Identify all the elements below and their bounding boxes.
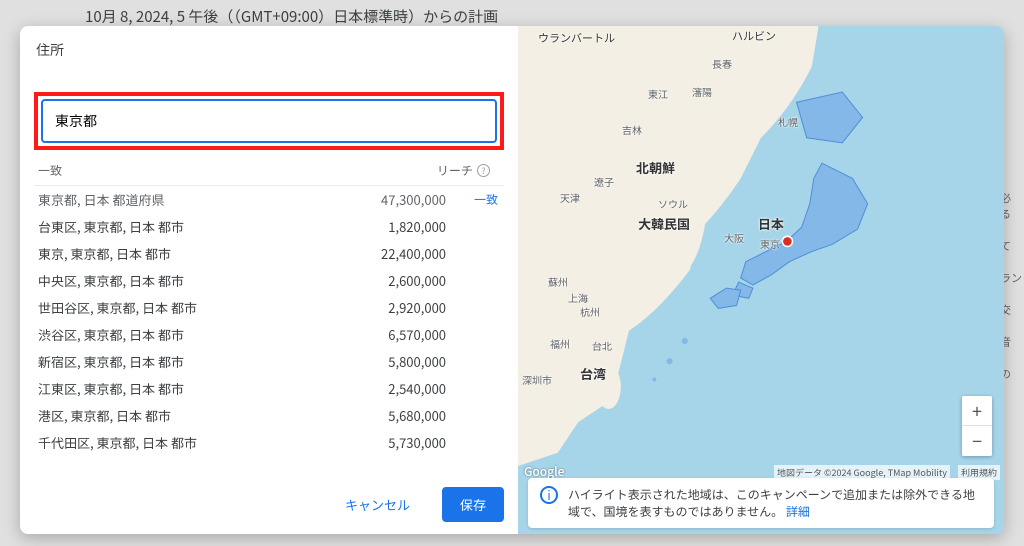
info-details-link[interactable]: 詳細 (786, 503, 810, 520)
result-row[interactable]: 新宿区, 東京都, 日本 都市5,800,000 (34, 348, 504, 375)
map-place-label: 深圳市 (522, 372, 552, 387)
result-row[interactable]: 世田谷区, 東京都, 日本 都市2,920,000 (34, 294, 504, 321)
map-place-label: 蘇州 (548, 274, 568, 289)
help-icon[interactable]: ? (477, 164, 490, 177)
map-place-label: 札幌 (778, 114, 798, 129)
modal-footer: キャンセル 保存 (34, 475, 504, 522)
map-place-label: ウランバートル (538, 30, 615, 46)
search-highlight-frame (34, 92, 504, 150)
map-place-label: 吉林 (622, 122, 642, 137)
header-match-label: 一致 (38, 162, 437, 179)
map-place-label: 瀋陽 (692, 84, 712, 99)
map-place-label: 天津 (560, 190, 580, 205)
location-search-box[interactable] (41, 99, 497, 143)
info-text: ハイライト表示された地域は、このキャンペーンで追加または除外できる地域で、国境を… (568, 486, 982, 520)
result-row[interactable]: 江東区, 東京都, 日本 都市2,540,000 (34, 375, 504, 402)
result-reach: 1,820,000 (350, 217, 446, 236)
result-row[interactable]: 東京都, 日本 都道府県47,300,000一致 (34, 186, 504, 213)
map-place-label: 東京 (760, 236, 780, 251)
result-row[interactable]: 千代田区, 東京都, 日本 都市5,730,000 (34, 429, 504, 456)
map-place-label: 北朝鮮 (636, 158, 675, 177)
result-reach: 22,400,000 (350, 244, 446, 263)
result-name: 千代田区, 東京都, 日本 都市 (38, 433, 350, 452)
location-modal: 住所 一致 リーチ ? 東京都, 日本 都道府県47,300,000一致台東区,… (20, 26, 1004, 534)
result-reach: 2,920,000 (350, 298, 446, 317)
result-name: 新宿区, 東京都, 日本 都市 (38, 352, 350, 371)
result-reach: 6,570,000 (350, 325, 446, 344)
result-name: 台東区, 東京都, 日本 都市 (38, 217, 350, 236)
result-name: 港区, 東京都, 日本 都市 (38, 406, 350, 425)
zoom-in-button[interactable]: + (962, 396, 992, 426)
map-svg (518, 26, 1004, 534)
result-row[interactable]: 台東区, 東京都, 日本 都市1,820,000 (34, 213, 504, 240)
result-reach: 47,300,000 (350, 190, 446, 209)
result-row[interactable]: 東京, 東京都, 日本 都市22,400,000 (34, 240, 504, 267)
map-place-label: 大阪 (724, 230, 744, 245)
result-row[interactable]: 中央区, 東京都, 日本 都市2,600,000 (34, 267, 504, 294)
cancel-button[interactable]: キャンセル (327, 487, 428, 522)
result-name: 東京都, 日本 都道府県 (38, 190, 350, 209)
result-row[interactable]: 港区, 東京都, 日本 都市5,680,000 (34, 402, 504, 429)
map-place-label: ソウル (658, 196, 688, 211)
map-place-label: 大韓民国 (638, 214, 690, 233)
result-reach: 5,730,000 (350, 433, 446, 452)
location-search-input[interactable] (55, 111, 483, 131)
result-reach: 5,680,000 (350, 406, 446, 425)
map-place-label: 台湾 (580, 364, 606, 383)
map-place-label: 遼子 (594, 174, 614, 189)
modal-left-panel: 住所 一致 リーチ ? 東京都, 日本 都道府県47,300,000一致台東区,… (20, 26, 518, 534)
result-row[interactable]: 渋谷区, 東京都, 日本 都市6,570,000 (34, 321, 504, 348)
results-header: 一致 リーチ ? (34, 156, 504, 186)
modal-title: 住所 (34, 40, 504, 60)
result-name: 江東区, 東京都, 日本 都市 (38, 379, 350, 398)
save-button[interactable]: 保存 (442, 487, 504, 522)
map-place-label: 日本 (758, 214, 784, 233)
map-place-label: 台北 (592, 338, 612, 353)
result-reach: 2,600,000 (350, 271, 446, 290)
map-place-label: ハルビン (732, 28, 776, 44)
results-list: 東京都, 日本 都道府県47,300,000一致台東区, 東京都, 日本 都市1… (34, 186, 504, 475)
map-place-label: 東江 (648, 86, 668, 101)
map-info-banner: i ハイライト表示された地域は、このキャンペーンで追加または除外できる地域で、国… (528, 478, 994, 528)
result-reach: 2,540,000 (350, 379, 446, 398)
result-name: 東京, 東京都, 日本 都市 (38, 244, 350, 263)
map-place-label: 上海 (568, 290, 588, 305)
result-reach: 5,800,000 (350, 352, 446, 371)
map-place-label: 杭州 (580, 304, 600, 319)
result-name: 世田谷区, 東京都, 日本 都市 (38, 298, 350, 317)
result-name: 中央区, 東京都, 日本 都市 (38, 271, 350, 290)
zoom-controls: + − (962, 396, 992, 456)
result-match-label: 一致 (446, 191, 500, 208)
map-place-label: 長春 (712, 56, 732, 71)
map-panel[interactable]: ハルビン ウランバートル長春瀋陽 東江吉林 札幌北朝鮮遼子天津 ソウル大韓民国 日本大阪 東… (518, 26, 1004, 534)
info-icon: i (540, 486, 558, 504)
map-place-label: 福州 (550, 336, 570, 351)
zoom-out-button[interactable]: − (962, 426, 992, 456)
header-reach-label: リーチ ? (437, 162, 490, 179)
result-name: 渋谷区, 東京都, 日本 都市 (38, 325, 350, 344)
